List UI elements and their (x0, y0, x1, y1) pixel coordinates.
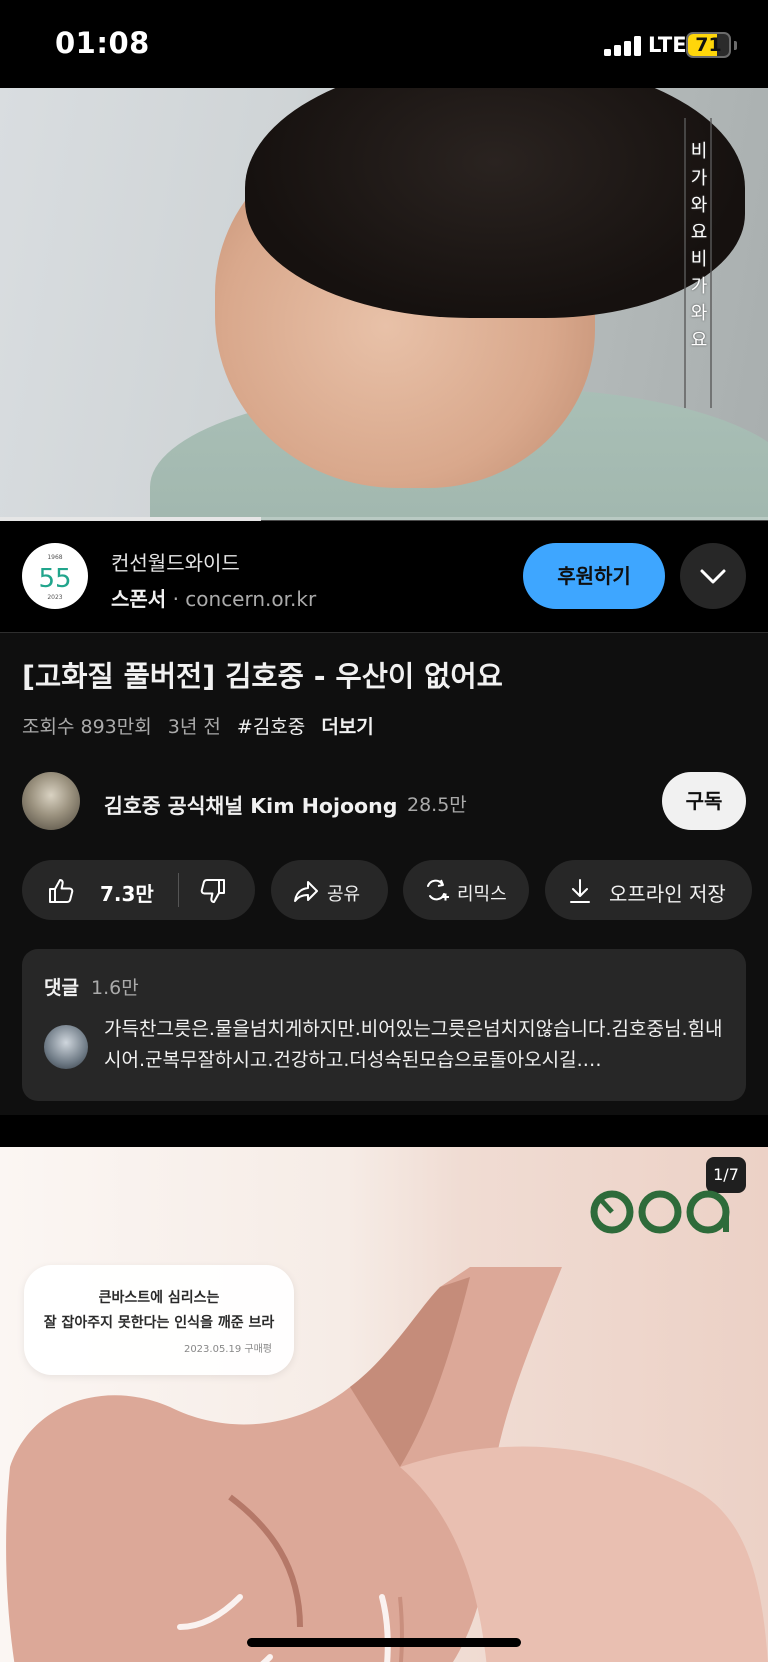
commenter-avatar (44, 1025, 88, 1069)
subscribe-button[interactable]: 구독 (662, 772, 746, 830)
sponsor-meta: 스폰서 · concern.or.kr (111, 583, 316, 612)
video-player[interactable]: 비가와요 비가와요 (0, 88, 768, 520)
donate-button[interactable]: 후원하기 (523, 543, 665, 609)
network-type: LTE (648, 33, 687, 57)
sponsor-name[interactable]: 컨선월드와이드 (111, 547, 240, 576)
like-separator (178, 873, 179, 907)
sponsor-row[interactable]: 1968 55 2023 컨선월드와이드 스폰서 · concern.or.kr… (0, 521, 768, 633)
channel-avatar[interactable] (22, 772, 80, 830)
subscriber-count: 28.5만 (407, 794, 467, 816)
battery-level: 71 (695, 34, 722, 56)
sponsor-label: 스폰서 (111, 587, 167, 611)
channel-name[interactable]: 김호중 공식채널 Kim Hojoong (104, 789, 397, 819)
home-indicator[interactable] (247, 1638, 521, 1647)
sponsor-url[interactable]: concern.or.kr (185, 587, 316, 611)
remix-label: 리믹스 (457, 884, 507, 905)
sponsor-logo-year-top: 1968 (47, 554, 62, 561)
battery-cap (734, 41, 737, 50)
download-button[interactable]: 오프라인 저장 (545, 860, 752, 920)
download-icon (570, 879, 590, 903)
status-bar: 01:08 LTE 71 (0, 0, 768, 88)
download-label: 오프라인 저장 (609, 882, 726, 906)
chevron-down-icon (700, 569, 726, 584)
remix-button[interactable]: 리믹스 (403, 860, 529, 920)
ad-banner[interactable]: 1/7 큰바스트에 심리스는 잘 잡아주지 못한다는 인식을 깨준 브라 202… (0, 1147, 768, 1662)
video-frame-hair (245, 88, 745, 318)
ad-headline-line1: 큰바스트에 심리스는 (98, 1290, 220, 1306)
ad-review-bubble: 큰바스트에 심리스는 잘 잡아주지 못한다는 인식을 깨준 브라 2023.05… (24, 1265, 294, 1375)
sponsor-separator: · (172, 587, 179, 611)
video-title: [고화질 풀버전] 김호중 - 우산이 없어요 (22, 660, 503, 693)
view-count: 조회수 893만회 (22, 716, 152, 738)
battery-icon: 71 (686, 32, 731, 58)
remix-icon (427, 879, 449, 901)
upload-age: 3년 전 (167, 716, 221, 738)
like-dislike-pill: 7.3만 (22, 860, 255, 920)
comments-label: 댓글 (44, 977, 79, 999)
signal-strength-icon (604, 36, 642, 56)
share-button[interactable]: 공유 (271, 860, 388, 920)
share-label: 공유 (327, 884, 361, 905)
ad-review-meta: 2023.05.19 구매평 (183, 1344, 272, 1355)
thumbs-down-icon[interactable] (198, 876, 228, 906)
top-comment-text: 가득찬그릇은.물을넘치게하지만.비어있는그릇은넘치지않습니다.김호중님.힘내시어… (104, 1018, 723, 1071)
expand-sponsor-button[interactable] (680, 543, 746, 609)
comments-header: 댓글 1.6만 (44, 973, 139, 1000)
sponsor-logo-year-bottom: 2023 (47, 594, 62, 601)
share-icon (294, 881, 318, 902)
divider (0, 632, 768, 633)
hashtag-link[interactable]: #김호중 (237, 716, 305, 738)
status-time: 01:08 (55, 26, 150, 60)
video-meta[interactable]: 조회수 893만회 3년 전 #김호중 더보기 (22, 712, 384, 739)
more-button[interactable]: 더보기 (321, 716, 373, 738)
comments-count: 1.6만 (91, 977, 139, 999)
like-count[interactable]: 7.3만 (100, 878, 154, 907)
ad-brand-logo (590, 1190, 730, 1234)
comments-section[interactable]: 댓글 1.6만 가득찬그릇은.물을넘치게하지만.비어있는그릇은넘치지않습니다.김… (22, 949, 746, 1101)
sponsor-logo-number: 55 (38, 564, 71, 594)
ad-headline-line2: 잘 잡아주지 못한다는 인식을 깨준 브라 (43, 1315, 275, 1331)
section-gap (0, 1115, 768, 1147)
sponsor-logo: 1968 55 2023 (22, 543, 88, 609)
video-overlay-caption: 비가와요 비가와요 (690, 141, 708, 351)
thumbs-up-icon[interactable] (46, 876, 76, 906)
